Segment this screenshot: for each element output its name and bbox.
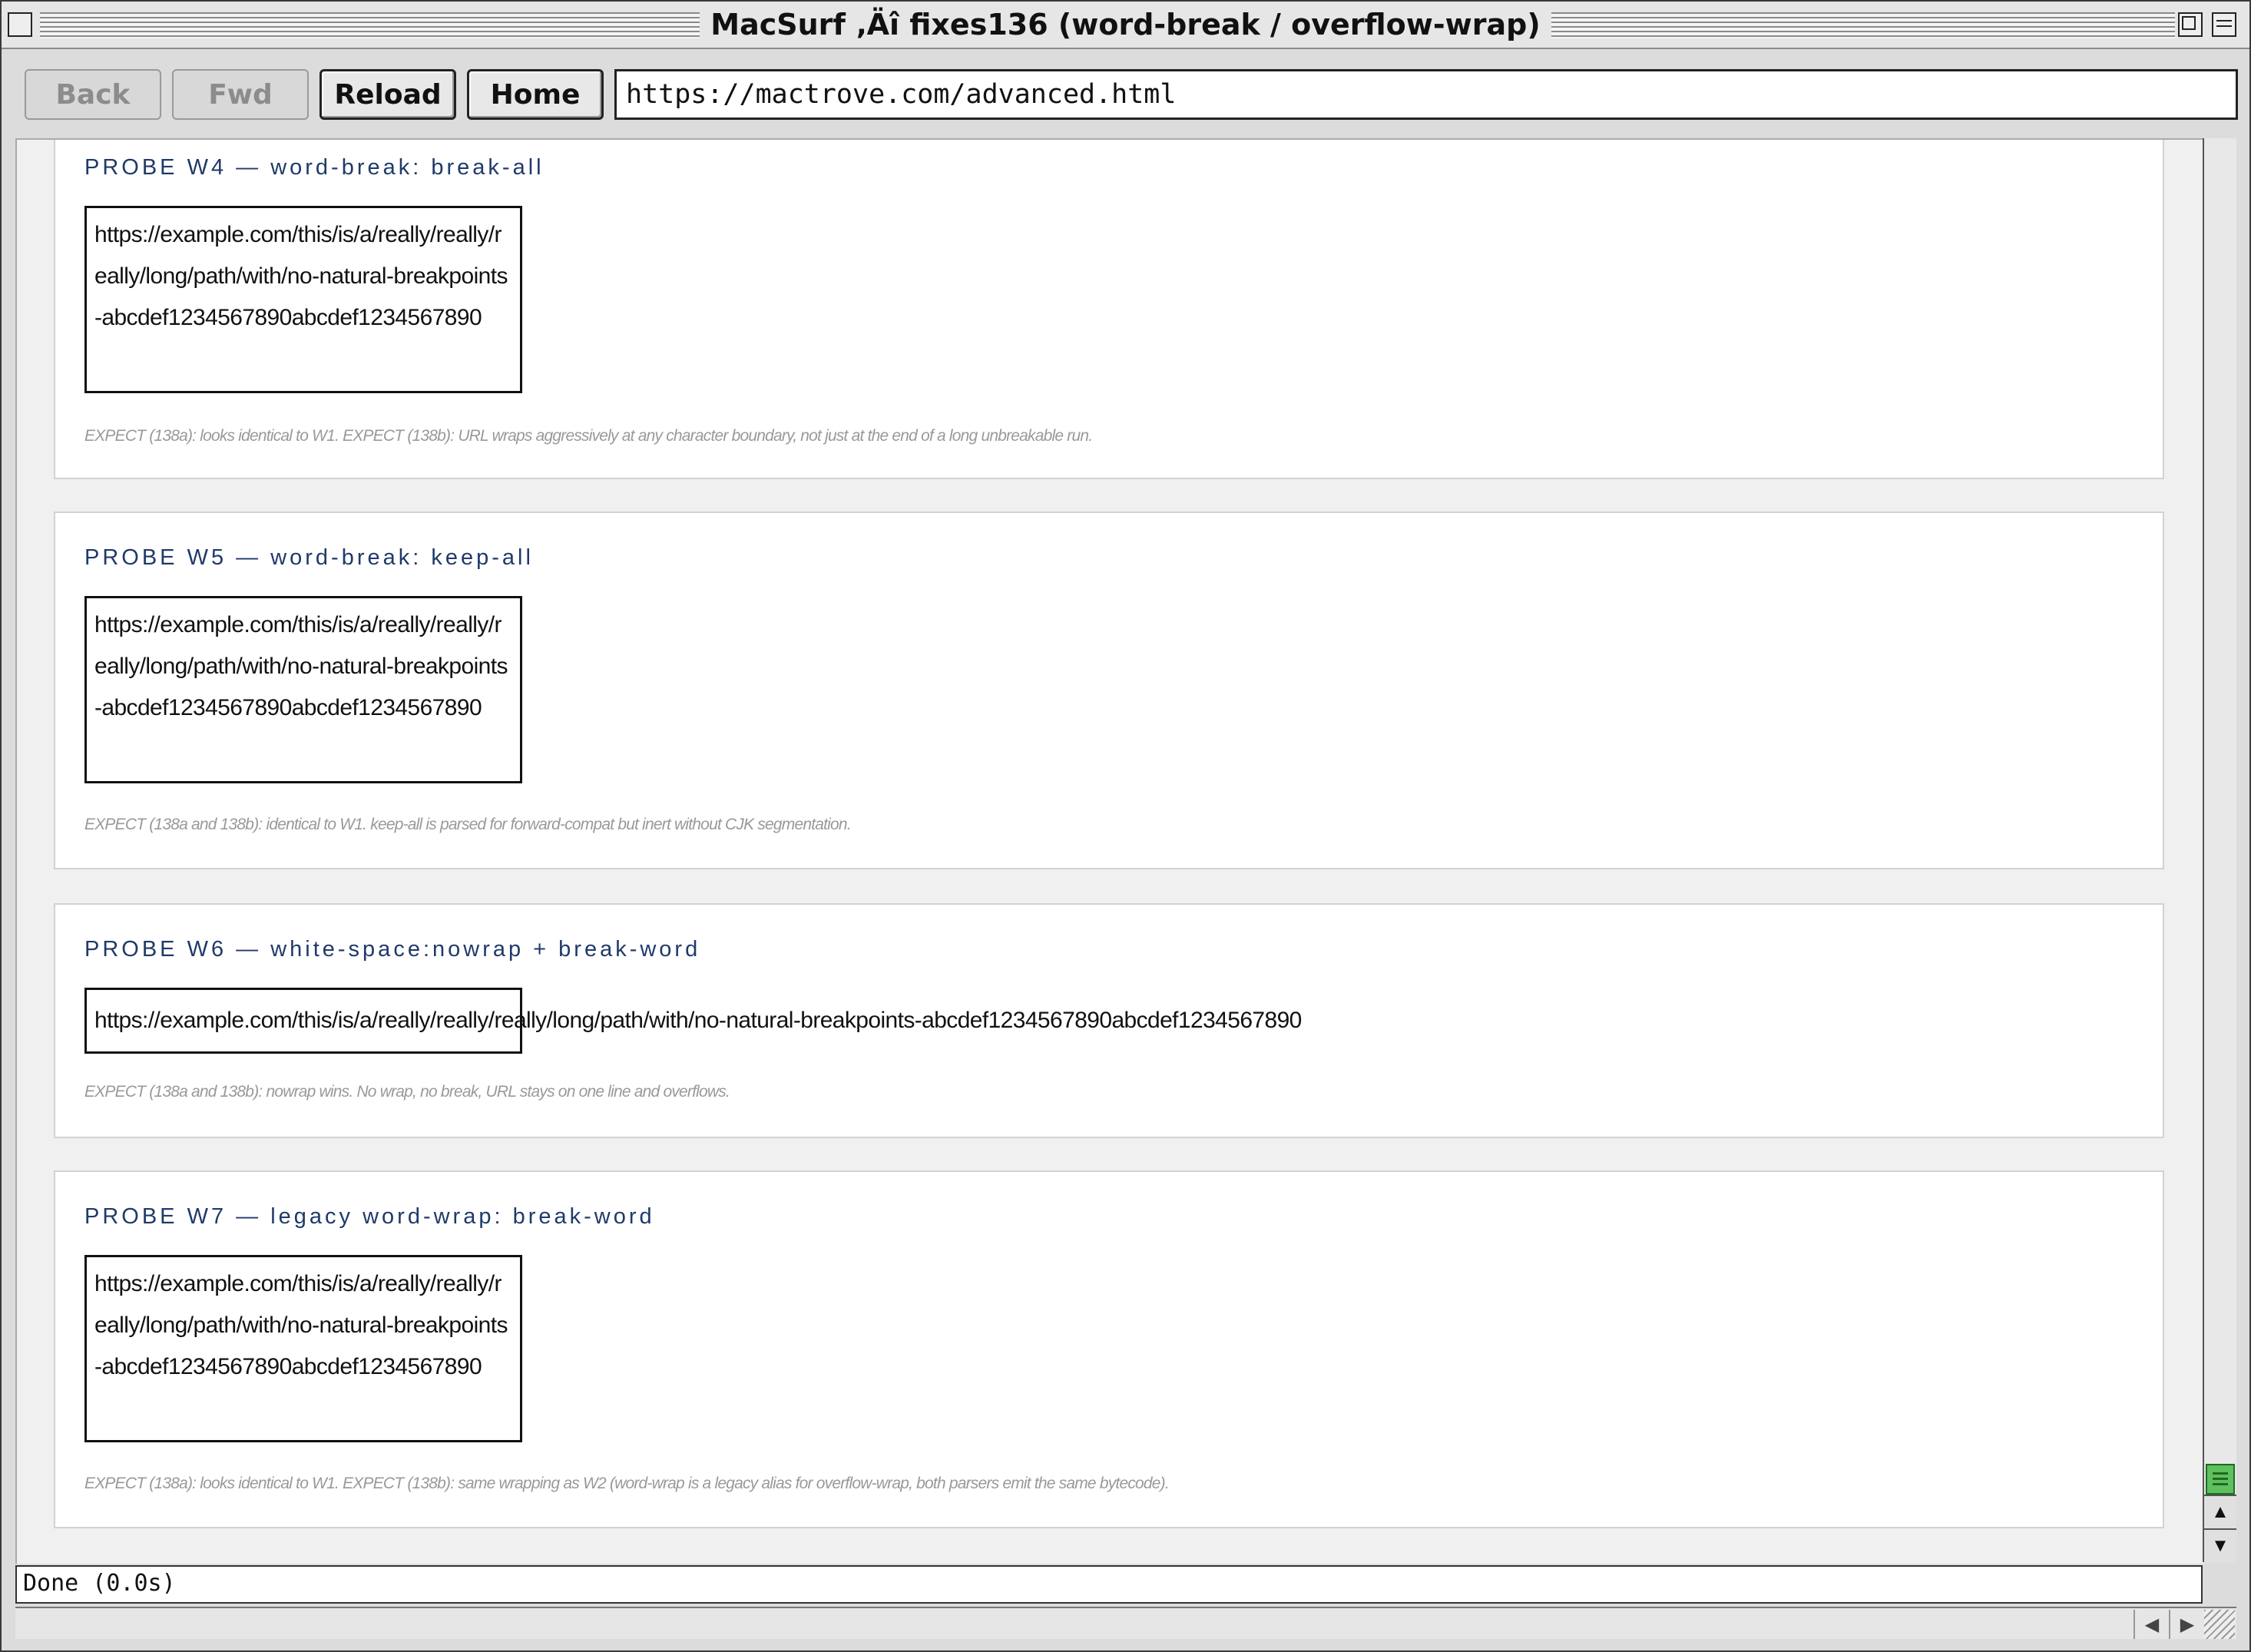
horizontal-scrollbar[interactable]: ◀ ▶	[15, 1607, 2236, 1639]
browser-window: MacSurf ‚Äî fixes136 (word-break / overf…	[0, 0, 2251, 1652]
toolbar: Back Fwd Reload Home https://mactrove.co…	[14, 69, 2238, 123]
zoom-box-icon[interactable]	[2178, 12, 2203, 37]
forward-button[interactable]: Fwd	[172, 69, 309, 120]
expect-note: EXPECT (138a and 138b): nowrap wins. No …	[84, 1083, 730, 1101]
window-title: MacSurf ‚Äî fixes136 (word-break / overf…	[700, 8, 1551, 41]
url-text-box: https://example.com/this/is/a/really/rea…	[84, 988, 1302, 1054]
scroll-left-arrow-icon[interactable]: ◀	[2133, 1610, 2169, 1639]
probe-title: PROBE W7 — legacy word-wrap: break-word	[84, 1204, 655, 1229]
scroll-thumb[interactable]	[2206, 1464, 2235, 1495]
scroll-right-arrow-icon[interactable]: ▶	[2169, 1610, 2204, 1639]
vertical-scrollbar[interactable]: ▲ ▼	[2203, 138, 2236, 1562]
probe-title: PROBE W4 — word-break: break-all	[84, 155, 545, 180]
expect-note: EXPECT (138a and 138b): identical to W1.…	[84, 816, 852, 833]
reload-button[interactable]: Reload	[319, 69, 456, 120]
home-button[interactable]: Home	[467, 69, 604, 120]
expect-note: EXPECT (138a): looks identical to W1. EX…	[84, 427, 1093, 445]
page-content[interactable]: PROBE W4 — word-break: break-all https:/…	[15, 138, 2204, 1564]
resize-grip-icon[interactable]	[2204, 1610, 2235, 1639]
probe-w5: PROBE W5 — word-break: keep-all https://…	[54, 511, 2164, 869]
url-text-box: https://example.com/this/is/a/really/rea…	[84, 596, 522, 783]
url-text-box: https://example.com/this/is/a/really/rea…	[84, 206, 522, 393]
expect-note: EXPECT (138a): looks identical to W1. EX…	[84, 1475, 1170, 1492]
probe-title: PROBE W5 — word-break: keep-all	[84, 545, 534, 570]
collapse-box-icon[interactable]	[2212, 12, 2236, 37]
probe-title: PROBE W6 — white-space:nowrap + break-wo…	[84, 937, 701, 962]
probe-w7: PROBE W7 — legacy word-wrap: break-word …	[54, 1170, 2164, 1528]
title-bar[interactable]: MacSurf ‚Äî fixes136 (word-break / overf…	[2, 2, 2249, 49]
scroll-up-arrow-icon[interactable]: ▲	[2204, 1495, 2236, 1528]
probe-w4: PROBE W4 — word-break: break-all https:/…	[54, 140, 2164, 479]
status-bar: Done (0.0s)	[15, 1565, 2203, 1604]
probe-w6: PROBE W6 — white-space:nowrap + break-wo…	[54, 903, 2164, 1138]
scroll-down-arrow-icon[interactable]: ▼	[2204, 1528, 2236, 1562]
back-button[interactable]: Back	[25, 69, 161, 120]
url-field[interactable]: https://mactrove.com/advanced.html	[614, 69, 2238, 120]
url-text-box: https://example.com/this/is/a/really/rea…	[84, 1255, 522, 1442]
